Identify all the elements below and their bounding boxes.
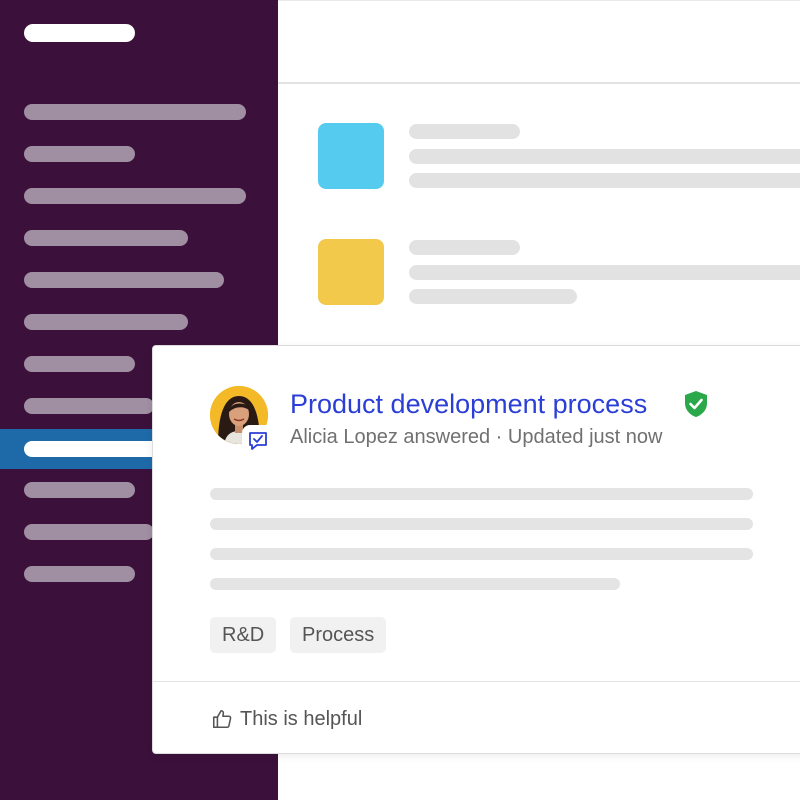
content-line-placeholder bbox=[210, 488, 753, 500]
sidebar-item[interactable] bbox=[24, 272, 224, 288]
workspace-logo-placeholder[interactable] bbox=[24, 24, 135, 42]
sidebar-item[interactable] bbox=[24, 398, 154, 414]
sidebar-item[interactable] bbox=[24, 314, 188, 330]
sidebar-item[interactable] bbox=[24, 566, 135, 582]
sidebar-item[interactable] bbox=[24, 104, 246, 120]
sidebar-item[interactable] bbox=[24, 482, 135, 498]
card-title[interactable]: Product development process bbox=[290, 387, 647, 421]
sidebar-item[interactable] bbox=[24, 524, 154, 540]
list-item-tile[interactable] bbox=[318, 123, 384, 189]
helpful-label: This is helpful bbox=[240, 707, 363, 730]
main-header bbox=[278, 0, 800, 84]
content-line-placeholder bbox=[210, 578, 620, 590]
list-item-title-placeholder bbox=[409, 124, 520, 139]
sidebar-item[interactable] bbox=[24, 188, 246, 204]
tag-rd[interactable]: R&D bbox=[210, 617, 277, 653]
list-item-line-placeholder bbox=[409, 149, 800, 164]
list-item-title-placeholder bbox=[409, 240, 520, 255]
answer-check-icon bbox=[249, 432, 267, 450]
helpful-button[interactable]: This is helpful bbox=[211, 705, 362, 733]
sidebar-item[interactable] bbox=[24, 230, 188, 246]
divider bbox=[153, 681, 800, 682]
verified-shield-icon bbox=[685, 391, 707, 417]
sidebar-item[interactable] bbox=[24, 146, 135, 162]
tag-process[interactable]: Process bbox=[290, 617, 387, 653]
card-meta: Alicia Lopez answered · Updated just now bbox=[290, 426, 663, 448]
answer-badge bbox=[244, 427, 272, 455]
thumbs-up-icon bbox=[212, 709, 232, 729]
list-item-line-placeholder bbox=[409, 265, 800, 280]
list-item-line-placeholder bbox=[409, 173, 800, 188]
content-line-placeholder bbox=[210, 548, 753, 560]
list-item-tile[interactable] bbox=[318, 239, 384, 305]
answer-card[interactable]: Product development process Alicia Lopez… bbox=[152, 345, 800, 754]
content-line-placeholder bbox=[210, 518, 753, 530]
sidebar-item[interactable] bbox=[24, 356, 135, 372]
list-item-line-placeholder bbox=[409, 289, 577, 304]
